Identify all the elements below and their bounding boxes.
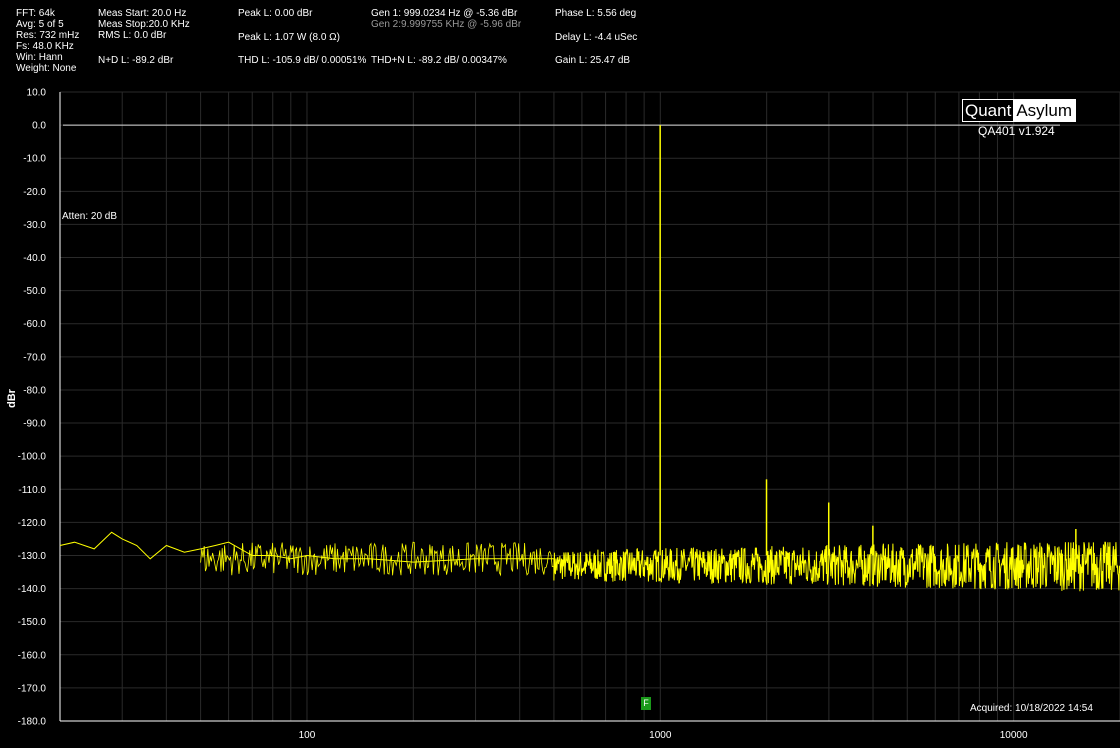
spectrum-trace (59, 531, 1120, 592)
acquired-timestamp: Acquired: 10/18/2022 14:54 (970, 703, 1093, 714)
y-tick-label: -180.0 (18, 717, 47, 728)
y-tick-label: -90.0 (23, 419, 46, 430)
y-tick-label: -20.0 (23, 187, 46, 198)
x-tick-label: 100 (299, 730, 316, 741)
y-tick-label: -100.0 (18, 452, 47, 463)
x-tick-label: 10000 (1000, 730, 1028, 741)
logo-asylum: Asylum (1013, 100, 1076, 121)
y-tick-label: -110.0 (18, 485, 46, 496)
logo-quant: Quant (963, 100, 1014, 121)
y-tick-label: -70.0 (23, 352, 46, 363)
attenuation-label: Atten: 20 dB (62, 211, 118, 222)
x-tick-labels: 100 1000 10000 (299, 730, 1028, 741)
y-tick-label: -30.0 (23, 220, 46, 231)
y-tick-label: -160.0 (18, 650, 47, 661)
version-label: QA401 v1.924 (978, 124, 1055, 138)
y-tick-label: -60.0 (23, 319, 46, 330)
fundamental-marker[interactable]: F (641, 697, 651, 710)
y-tick-label: -80.0 (23, 385, 46, 396)
y-tick-label: 0.0 (32, 121, 46, 132)
y-tick-label: -50.0 (23, 286, 46, 297)
y-tick-label: -40.0 (23, 253, 46, 264)
y-tick-labels: 10.0 0.0 -10.0 -20.0 -30.0 -40.0 -50.0 -60.0 -70… (18, 88, 47, 728)
y-tick-label: -130.0 (18, 551, 47, 562)
spectrum-chart[interactable]: 10.0 0.0 -10.0 -20.0 -30.0 -40.0 -50.0 -60.0 -70… (0, 0, 1120, 748)
plot-area (59, 125, 1120, 592)
grid (59, 91, 1120, 722)
y-axis-label: dBr (6, 389, 18, 408)
y-tick-label: -140.0 (18, 584, 47, 595)
y-tick-label: -170.0 (18, 683, 47, 694)
y-tick-label: -150.0 (18, 617, 47, 628)
x-tick-label: 1000 (649, 730, 672, 741)
y-tick-label: 10.0 (27, 88, 47, 99)
brand-logo: Quant Asylum (962, 99, 1077, 122)
y-tick-label: -10.0 (23, 154, 46, 165)
y-tick-label: -120.0 (18, 518, 47, 529)
